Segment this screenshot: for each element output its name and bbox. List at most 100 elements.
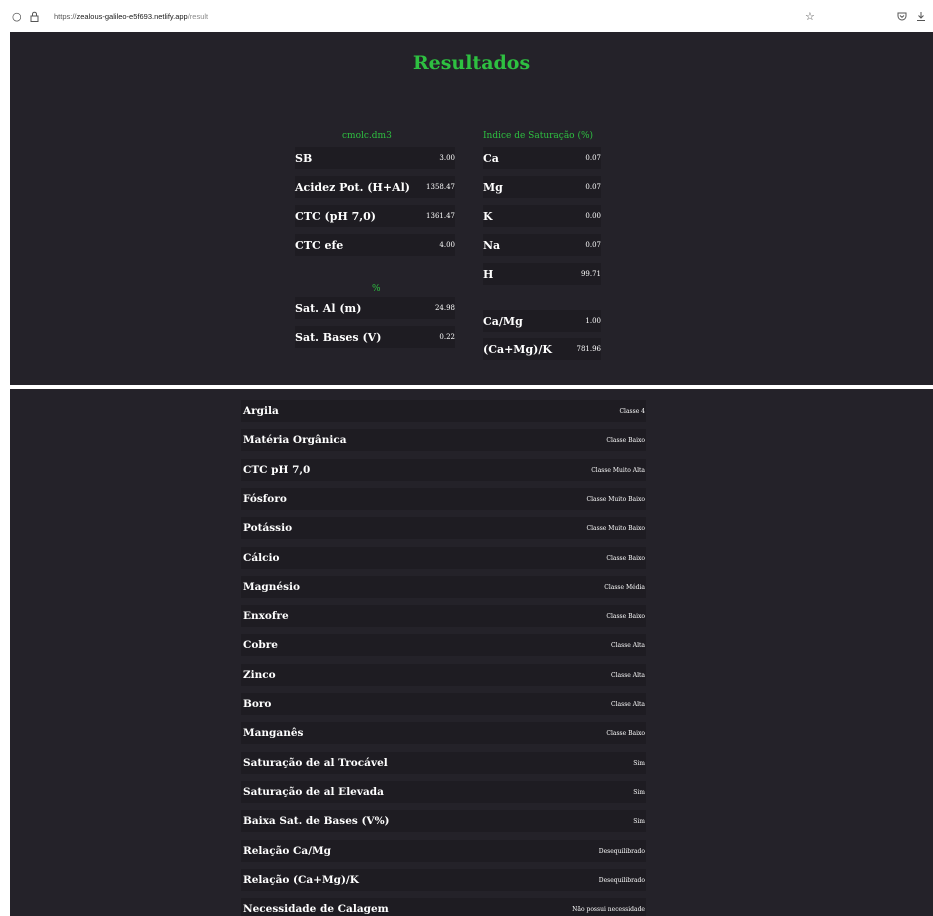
classification-row-value: Desequilibrado xyxy=(598,876,645,884)
saturation-row-label: K xyxy=(483,210,493,223)
classification-row: Argila Classe 4 xyxy=(241,400,646,422)
classification-row-label: Necessidade de Calagem xyxy=(243,903,389,916)
classification-row: Cálcio Classe Baixo xyxy=(241,546,646,569)
classification-row-label: Manganês xyxy=(243,727,304,740)
percent-row-label: Sat. Al (m) xyxy=(295,302,362,315)
classification-row-value: Classe Média xyxy=(604,583,645,591)
classification-row-label: Cobre xyxy=(243,639,278,652)
classification-row-label: Cálcio xyxy=(243,551,280,564)
cmolc-row-label: CTC (pH 7,0) xyxy=(295,210,376,223)
ratio-row: Ca/Mg 1.00 xyxy=(483,310,601,332)
address-bar[interactable]: https://zealous-galileo-e5f693.netlify.a… xyxy=(54,12,208,21)
classification-row-value: Sim xyxy=(633,759,645,767)
classification-row-label: Zinco xyxy=(243,668,276,681)
cmolc-row: CTC (pH 7,0) 1361.47 xyxy=(295,205,455,227)
ratio-row: (Ca+Mg)/K 781.96 xyxy=(483,338,601,360)
classification-row-value: Classe Baixo xyxy=(606,613,645,621)
classification-row-value: Classe Muito Baixo xyxy=(586,495,645,503)
reload-icon[interactable]: ○ xyxy=(12,11,22,22)
saturation-row: Mg 0.07 xyxy=(483,176,601,198)
pocket-icon[interactable] xyxy=(897,11,907,23)
classification-row-value: Não possui necessidade xyxy=(572,906,645,914)
saturation-row-value: 0.00 xyxy=(585,212,601,220)
classification-row-value: Classe Baixo xyxy=(606,730,645,738)
classification-row-label: Enxofre xyxy=(243,610,289,623)
percent-row: Sat. Al (m) 24.98 xyxy=(295,297,455,319)
cmolc-header: cmolc.dm3 xyxy=(342,131,392,141)
saturation-row-value: 99.71 xyxy=(580,270,601,278)
percent-row-label: Sat. Bases (V) xyxy=(295,331,382,344)
classification-row-label: CTC pH 7,0 xyxy=(243,463,311,476)
classification-row: Cobre Classe Alta xyxy=(241,634,646,657)
page-title: Resultados xyxy=(412,52,531,74)
classification-row: Fósforo Classe Muito Baixo xyxy=(241,487,646,510)
classification-row-label: Baixa Sat. de Bases (V%) xyxy=(243,815,390,828)
saturation-row: K 0.00 xyxy=(483,205,601,227)
results-panel: Resultados cmolc.dm3 Indice de Saturação… xyxy=(10,32,933,385)
url-prefix: https:// xyxy=(54,12,77,21)
saturation-row-value: 0.07 xyxy=(585,241,601,249)
saturation-row: H 99.71 xyxy=(483,263,601,285)
classification-row: Baixa Sat. de Bases (V%) Sim xyxy=(241,810,646,833)
classification-row: Relação (Ca+Mg)/K Desequilibrado xyxy=(241,868,646,891)
classification-row-label: Relação (Ca+Mg)/K xyxy=(243,873,359,886)
saturation-row: Ca 0.07 xyxy=(483,147,601,169)
url-host: zealous-galileo-e5f693.netlify.app xyxy=(76,12,188,21)
classification-row-value: Sim xyxy=(633,818,645,826)
cmolc-row: Acidez Pot. (H+Al) 1358.47 xyxy=(295,176,455,198)
classification-row-label: Boro xyxy=(243,698,272,710)
cmolc-row-value: 1358.47 xyxy=(426,183,455,191)
classification-row-value: Classe Muito Baixo xyxy=(586,525,645,533)
lock-icon[interactable] xyxy=(30,11,39,24)
saturation-row-label: H xyxy=(483,268,494,281)
classification-row: CTC pH 7,0 Classe Muito Alta xyxy=(241,458,646,481)
classification-row-value: Classe Alta xyxy=(611,671,645,679)
classification-row: Matéria Orgânica Classe Baixo xyxy=(241,429,646,452)
cmolc-row-value: 3.00 xyxy=(439,154,455,162)
download-icon[interactable] xyxy=(916,11,926,24)
cmolc-row-label: CTC efe xyxy=(295,239,344,252)
classification-row-value: Sim xyxy=(633,788,645,796)
classification-row: Saturação de al Trocável Sim xyxy=(241,751,646,774)
cmolc-row-value: 1361.47 xyxy=(426,212,455,220)
cmolc-row: SB 3.00 xyxy=(295,147,455,169)
cmolc-row-label: SB xyxy=(295,152,313,165)
classification-row: Magnésio Classe Média xyxy=(241,575,646,598)
classification-row-value: Classe Baixo xyxy=(606,437,645,445)
classification-row: Relação Ca/Mg Desequilibrado xyxy=(241,839,646,862)
classification-row-value: Classe Alta xyxy=(611,642,645,650)
bookmark-star-icon[interactable]: ☆ xyxy=(805,11,815,22)
classification-row: Necessidade de Calagem Não possui necessi… xyxy=(241,898,646,916)
classification-row-label: Magnésio xyxy=(243,580,300,593)
classification-row-label: Saturação de al Elevada xyxy=(243,785,384,798)
classification-row-value: Classe Baixo xyxy=(606,554,645,562)
saturation-row: Na 0.07 xyxy=(483,234,601,256)
ratio-row-value: 1.00 xyxy=(585,317,601,325)
saturation-row-value: 0.07 xyxy=(585,183,601,191)
cmolc-row-value: 4.00 xyxy=(439,241,455,249)
classification-row-label: Relação Ca/Mg xyxy=(243,844,332,857)
ratio-row-value: 781.96 xyxy=(576,345,602,353)
classification-row-value: Classe Alta xyxy=(611,701,645,708)
cmolc-row: CTC efe 4.00 xyxy=(295,234,455,256)
cmolc-row-label: Acidez Pot. (H+Al) xyxy=(295,181,410,194)
saturation-row-label: Na xyxy=(483,239,501,252)
browser-toolbar: ○ https://zealous-galileo-e5f693.netlify… xyxy=(0,0,933,32)
saturation-header: Indice de Saturação (%) xyxy=(483,131,594,141)
classification-row-value: Classe 4 xyxy=(619,408,645,415)
classification-row: Potássio Classe Muito Baixo xyxy=(241,517,646,540)
classification-row-value: Classe Muito Alta xyxy=(591,466,645,474)
classification-row: Boro Classe Alta xyxy=(241,693,646,715)
classification-row: Zinco Classe Alta xyxy=(241,663,646,686)
saturation-row-label: Mg xyxy=(483,181,503,194)
classification-row-label: Argila xyxy=(243,405,279,417)
classification-row-label: Fósforo xyxy=(243,492,287,505)
classification-row: Manganês Classe Baixo xyxy=(241,722,646,745)
classification-row-label: Saturação de al Trocável xyxy=(243,756,388,769)
percent-header: % xyxy=(372,284,381,294)
ratio-row-label: Ca/Mg xyxy=(483,315,523,328)
percent-row-value: 24.98 xyxy=(434,304,455,312)
url-path: /result xyxy=(187,12,209,21)
percent-row-value: 0.22 xyxy=(439,333,455,341)
ratio-row-label: (Ca+Mg)/K xyxy=(483,343,552,356)
